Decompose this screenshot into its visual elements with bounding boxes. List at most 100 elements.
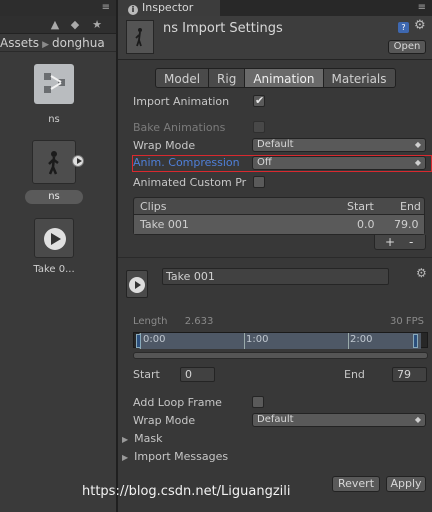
asset-label: Take 0... bbox=[33, 264, 75, 275]
wrap-mode-label: Wrap Mode bbox=[133, 139, 196, 152]
length-row: Length 2.633 30 FPS bbox=[133, 316, 428, 327]
gear-icon[interactable]: ⚙ bbox=[416, 266, 427, 280]
timeline-scrollbar[interactable] bbox=[133, 352, 428, 359]
timeline-label: 2:00 bbox=[350, 334, 373, 345]
wrap-mode-dropdown[interactable]: Default ◆ bbox=[252, 138, 426, 152]
timeline-ruler[interactable]: 0:00 1:00 2:00 bbox=[133, 332, 428, 349]
import-animation-checkbox[interactable] bbox=[253, 94, 265, 107]
filter-by-type-icon[interactable]: ▲ bbox=[48, 18, 62, 32]
watermark-text: https://blog.csdn.net/Liguangzili bbox=[82, 484, 291, 499]
play-icon[interactable] bbox=[72, 155, 84, 167]
help-book-icon[interactable]: ? bbox=[398, 22, 409, 33]
mask-foldout[interactable]: ▶ Mask bbox=[122, 432, 163, 445]
clip-row-end: 79.0 bbox=[394, 218, 419, 231]
clips-header-end: End bbox=[400, 200, 421, 213]
clip-row-name: Take 001 bbox=[140, 218, 189, 231]
timeline-tick bbox=[244, 333, 245, 349]
clips-header-start: Start bbox=[347, 200, 374, 213]
revert-button[interactable]: Revert bbox=[332, 476, 380, 492]
divider bbox=[118, 257, 432, 258]
updown-arrow-icon: ◆ bbox=[414, 415, 421, 424]
model-prefab-icon bbox=[34, 64, 74, 104]
updown-arrow-icon: ◆ bbox=[414, 158, 421, 167]
end-label: End bbox=[344, 368, 365, 381]
character-thumbnail bbox=[126, 20, 154, 54]
inspector-tab-strip: i Inspector ≡ bbox=[118, 0, 432, 16]
animated-custom-checkbox[interactable] bbox=[253, 176, 265, 188]
favorite-star-icon[interactable]: ★ bbox=[90, 18, 104, 32]
add-clip-button[interactable]: + bbox=[385, 235, 395, 249]
panel-menu-icon[interactable]: ≡ bbox=[102, 2, 110, 13]
bake-animations-label: Bake Animations bbox=[133, 121, 226, 134]
end-handle[interactable] bbox=[413, 334, 418, 348]
asset-label-selected: ns bbox=[25, 190, 83, 204]
tab-label: Inspector bbox=[142, 1, 194, 14]
timeline-range bbox=[139, 333, 421, 349]
animation-clip-play-icon bbox=[34, 218, 74, 258]
table-row[interactable]: Take 001 0.0 79.0 bbox=[134, 215, 424, 234]
expand-arrow-icon: ▶ bbox=[122, 435, 129, 444]
start-field[interactable]: 0 bbox=[180, 367, 215, 382]
clips-header: Clips Start End bbox=[134, 198, 424, 215]
tab-model[interactable]: Model bbox=[155, 68, 210, 88]
updown-arrow-icon: ◆ bbox=[414, 140, 421, 149]
tab-animation[interactable]: Animation bbox=[245, 68, 324, 88]
timeline-tick bbox=[348, 333, 349, 349]
remove-clip-button[interactable]: - bbox=[409, 235, 413, 249]
inspector-header: ns Import Settings ? ⚙ Open bbox=[118, 16, 432, 60]
foldout-label: Import Messages bbox=[134, 450, 229, 463]
project-panel: ≡ ▲ ◆ ★ Assets ▶ donghua ns ns Take 0... bbox=[0, 0, 116, 512]
tab-materials[interactable]: Materials bbox=[323, 68, 396, 88]
start-label: Start bbox=[133, 368, 160, 381]
asset-take-clip[interactable]: Take 0... bbox=[22, 218, 86, 275]
page-title: ns Import Settings bbox=[163, 21, 283, 36]
length-label: Length bbox=[133, 316, 168, 327]
clip-wrap-mode-dropdown[interactable]: Default ◆ bbox=[252, 413, 426, 427]
anim-compression-dropdown[interactable]: Off ◆ bbox=[252, 156, 426, 170]
asset-label: ns bbox=[48, 114, 60, 125]
anim-compression-label: Anim. Compression bbox=[133, 156, 240, 169]
bake-animations-checkbox bbox=[253, 121, 265, 133]
breadcrumb-item-assets[interactable]: Assets bbox=[0, 34, 39, 51]
length-value: 2.633 bbox=[184, 316, 214, 327]
import-messages-foldout[interactable]: ▶ Import Messages bbox=[122, 450, 228, 463]
clip-wrap-mode-label: Wrap Mode bbox=[133, 414, 196, 427]
import-tabs: Model Rig Animation Materials bbox=[155, 68, 396, 88]
info-icon: i bbox=[128, 5, 138, 15]
start-handle[interactable] bbox=[136, 334, 141, 348]
tab-rig[interactable]: Rig bbox=[209, 68, 246, 88]
foldout-label: Mask bbox=[134, 432, 163, 445]
clip-wrap-mode-value: Default bbox=[257, 414, 294, 425]
timeline-label: 1:00 bbox=[246, 334, 269, 345]
clips-table: Clips Start End Take 001 0.0 79.0 bbox=[133, 197, 425, 235]
clip-name-field[interactable]: Take 001 bbox=[162, 268, 389, 285]
project-toolbar: ▲ ◆ ★ bbox=[0, 16, 116, 34]
gear-icon[interactable]: ⚙ bbox=[414, 19, 426, 33]
anim-compression-value: Off bbox=[257, 157, 272, 168]
inspector-panel: i Inspector ≡ ns Import Settings ? ⚙ Open… bbox=[118, 0, 432, 512]
timeline-label: 0:00 bbox=[143, 334, 166, 345]
panel-menu-icon[interactable]: ≡ bbox=[418, 2, 426, 13]
tab-inspector[interactable]: i Inspector bbox=[118, 0, 220, 16]
open-button[interactable]: Open bbox=[388, 40, 426, 54]
expand-arrow-icon: ▶ bbox=[122, 453, 129, 462]
add-loop-frame-checkbox[interactable] bbox=[252, 396, 264, 408]
character-thumbnail bbox=[32, 140, 76, 184]
add-loop-frame-label: Add Loop Frame bbox=[133, 396, 222, 409]
clips-add-remove: + - bbox=[374, 235, 426, 250]
clip-row-start: 0.0 bbox=[357, 218, 375, 231]
asset-ns-character[interactable]: ns bbox=[22, 140, 86, 204]
apply-button[interactable]: Apply bbox=[386, 476, 426, 492]
breadcrumb: Assets ▶ donghua bbox=[0, 34, 116, 52]
asset-ns-model[interactable]: ns bbox=[22, 64, 86, 125]
wrap-mode-value: Default bbox=[257, 139, 294, 150]
animated-custom-label: Animated Custom Pr bbox=[133, 176, 247, 189]
end-field[interactable]: 79 bbox=[392, 367, 427, 382]
chevron-right-icon: ▶ bbox=[42, 40, 49, 50]
fps-label: 30 FPS bbox=[389, 316, 424, 327]
breadcrumb-item-donghua[interactable]: donghua bbox=[52, 34, 105, 51]
import-animation-label: Import Animation bbox=[133, 95, 230, 108]
label-icon[interactable]: ◆ bbox=[68, 18, 82, 32]
clips-header-name: Clips bbox=[140, 200, 167, 213]
animation-clip-play-icon[interactable] bbox=[126, 270, 148, 298]
